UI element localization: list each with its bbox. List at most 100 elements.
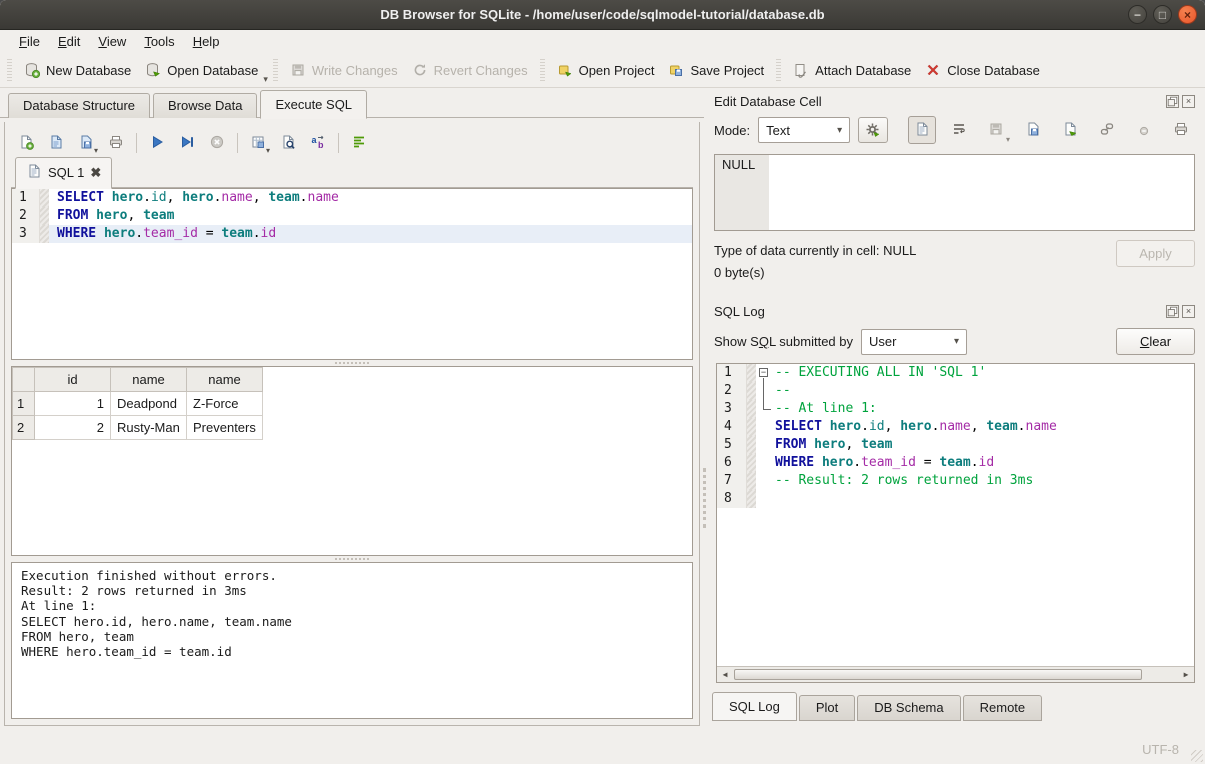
- sql-file-tab[interactable]: SQL 1 ✖: [15, 157, 112, 189]
- grid-cell[interactable]: Deadpond: [111, 392, 187, 416]
- menu-view[interactable]: View: [89, 31, 135, 52]
- open-in-external-icon: [1062, 121, 1078, 140]
- log-line-number: 7: [717, 472, 747, 490]
- grid-cell[interactable]: Preventers: [187, 416, 263, 440]
- log-line-number: 4: [717, 418, 747, 436]
- new-database-button[interactable]: New Database: [17, 57, 138, 83]
- code-token: .: [853, 455, 861, 470]
- find-replace-button[interactable]: ab: [305, 130, 331, 156]
- line-number: 1: [12, 189, 40, 207]
- bottom-tab-plot[interactable]: Plot: [799, 695, 855, 721]
- code-token: =: [198, 226, 221, 241]
- scrollbar-thumb[interactable]: [734, 669, 1142, 680]
- grid-cell[interactable]: 2: [35, 416, 111, 440]
- dropdown-caret-icon[interactable]: ▾: [1006, 135, 1010, 144]
- write-changes-icon: [290, 62, 306, 78]
- open-sql-file-button[interactable]: [43, 130, 69, 156]
- code-token: FROM: [775, 437, 806, 452]
- dropdown-caret-icon[interactable]: ▾: [263, 74, 268, 87]
- grid-cell[interactable]: Z-Force: [187, 392, 263, 416]
- dropdown-caret-icon[interactable]: ▾: [94, 146, 98, 155]
- grid-corner-cell[interactable]: [13, 368, 35, 392]
- execute-all-button[interactable]: [144, 130, 170, 156]
- table-row[interactable]: 22Rusty-ManPreventers: [13, 416, 263, 440]
- splitter-handle[interactable]: [11, 556, 693, 562]
- open-project-button[interactable]: Open Project: [550, 57, 662, 83]
- close-window-icon[interactable]: ×: [1178, 5, 1197, 24]
- column-header-name[interactable]: name: [111, 368, 187, 392]
- gutter-marker-strip: [747, 454, 756, 472]
- grid-cell[interactable]: 1: [35, 392, 111, 416]
- fold-collapse-icon[interactable]: −: [759, 368, 768, 377]
- close-database-button[interactable]: Close Database: [918, 57, 1047, 83]
- sql-document-icon: [26, 163, 42, 182]
- table-row[interactable]: 11DeadpondZ-Force: [13, 392, 263, 416]
- filter-label: Show SQL submitted by: [714, 334, 853, 349]
- close-dock-icon[interactable]: ×: [1182, 305, 1195, 318]
- clear-log-button[interactable]: Clear: [1116, 328, 1195, 355]
- cell-mode-row: Mode: Text ▾ ▾: [704, 112, 1205, 146]
- submitted-by-combobox[interactable]: User ▾: [861, 329, 967, 355]
- bottom-tab-sql-log[interactable]: SQL Log: [712, 692, 797, 721]
- close-tab-icon[interactable]: ✖: [90, 165, 101, 181]
- export-results-button[interactable]: ▾: [245, 130, 271, 156]
- fold-line: [763, 409, 771, 410]
- float-dock-icon[interactable]: [1166, 95, 1179, 108]
- execute-current-line-button[interactable]: [174, 130, 200, 156]
- splitter-handle[interactable]: [11, 360, 693, 366]
- open-sql-tab-button[interactable]: [13, 130, 39, 156]
- column-header-id[interactable]: id: [35, 368, 111, 392]
- print-sql-button[interactable]: [103, 130, 129, 156]
- grid-cell[interactable]: Rusty-Man: [111, 416, 187, 440]
- bottom-tab-remote[interactable]: Remote: [963, 695, 1043, 721]
- log-line: 5FROM hero, team: [717, 436, 1194, 454]
- apply-button[interactable]: Apply: [1116, 240, 1195, 267]
- menu-file[interactable]: File: [10, 31, 49, 52]
- find-in-sql-button[interactable]: [275, 130, 301, 156]
- attach-database-button[interactable]: Attach Database: [786, 57, 918, 83]
- sql-log-view[interactable]: 1−-- EXECUTING ALL IN 'SQL 1'2--3-- At l…: [716, 363, 1195, 683]
- row-header[interactable]: 1: [13, 392, 35, 416]
- save-sql-file-button[interactable]: ▾: [73, 130, 99, 156]
- scroll-left-icon[interactable]: ◀: [717, 670, 733, 679]
- gutter-marker-strip: [747, 472, 756, 490]
- horizontal-scrollbar[interactable]: ◀ ▶: [717, 666, 1194, 682]
- dropdown-caret-icon[interactable]: ▾: [266, 146, 270, 155]
- bottom-tab-db-schema[interactable]: DB Schema: [857, 695, 960, 721]
- scroll-right-icon[interactable]: ▶: [1178, 670, 1194, 679]
- stop-execution-button: [204, 130, 230, 156]
- save-project-button[interactable]: Save Project: [661, 57, 771, 83]
- mode-label: Mode:: [714, 123, 750, 138]
- menu-edit[interactable]: Edit: [49, 31, 89, 52]
- code-token: name: [308, 190, 339, 205]
- open-in-external-button[interactable]: [1056, 116, 1084, 144]
- mode-combobox[interactable]: Text ▾: [758, 117, 850, 143]
- toolbar-separator: [237, 133, 238, 153]
- format-sql-button[interactable]: [346, 130, 372, 156]
- word-wrap-button[interactable]: [945, 116, 973, 144]
- column-header-name[interactable]: name: [187, 368, 263, 392]
- code-token: team: [221, 226, 252, 241]
- tab-browse-data[interactable]: Browse Data: [153, 93, 257, 118]
- auto-switch-mode-button[interactable]: [858, 117, 888, 143]
- print-cell-button[interactable]: [1167, 116, 1195, 144]
- resize-grip[interactable]: [1191, 750, 1203, 762]
- close-dock-icon[interactable]: ×: [1182, 95, 1195, 108]
- sql-editor[interactable]: 1SELECT hero.id, hero.name, team.name2FR…: [11, 188, 693, 360]
- text-mode-view-button[interactable]: [908, 116, 936, 144]
- tab-database-structure[interactable]: Database Structure: [8, 93, 150, 118]
- format-sql-icon: [351, 134, 367, 153]
- export-data-button[interactable]: [1019, 116, 1047, 144]
- log-line-number: 2: [717, 382, 747, 400]
- maximize-window-icon[interactable]: □: [1153, 5, 1172, 24]
- row-header[interactable]: 2: [13, 416, 35, 440]
- minimize-window-icon[interactable]: −: [1128, 5, 1147, 24]
- menu-help[interactable]: Help: [184, 31, 229, 52]
- copy-link-button[interactable]: [1093, 116, 1121, 144]
- cell-value-editor[interactable]: NULL: [714, 154, 1195, 231]
- open-database-button[interactable]: Open Database: [138, 57, 265, 83]
- execute-all-icon: [149, 134, 165, 153]
- menu-tools[interactable]: Tools: [135, 31, 183, 52]
- float-dock-icon[interactable]: [1166, 305, 1179, 318]
- tab-execute-sql[interactable]: Execute SQL: [260, 90, 367, 119]
